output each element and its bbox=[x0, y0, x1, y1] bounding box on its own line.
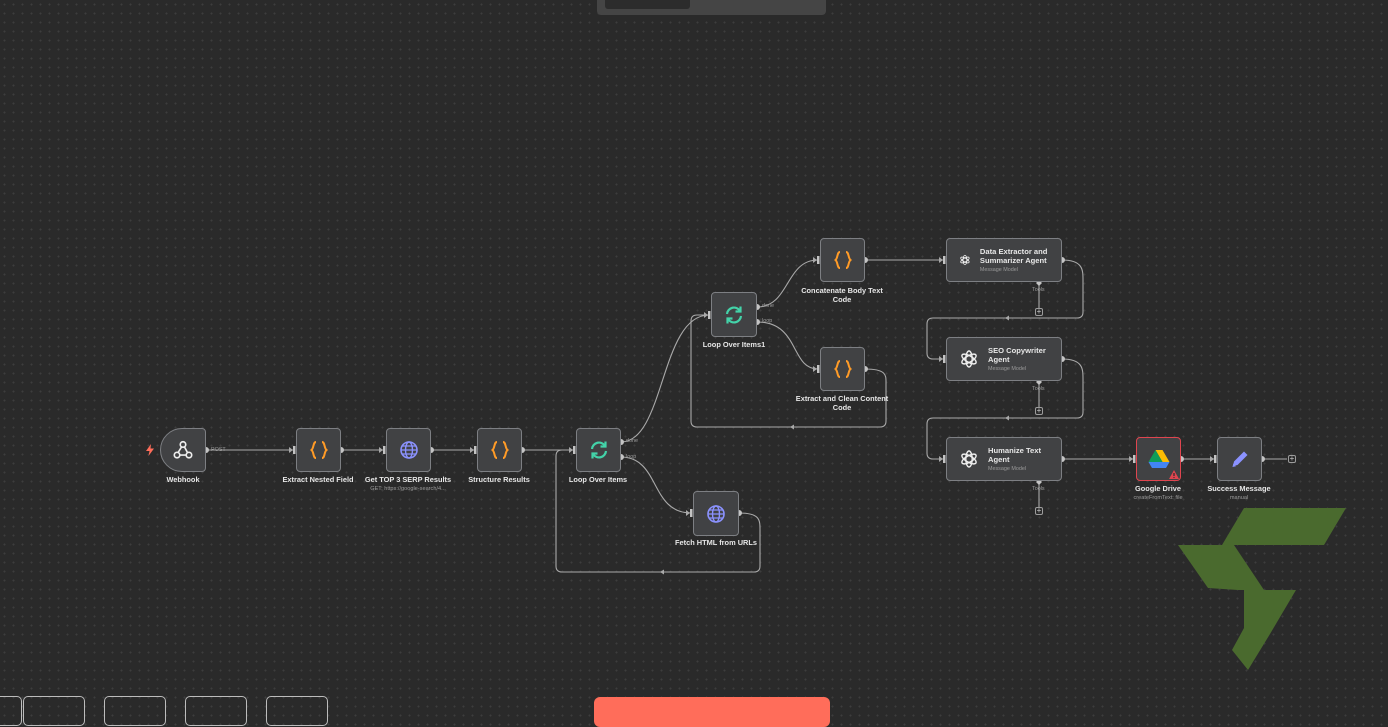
loop1-done-port-label: done bbox=[762, 303, 774, 309]
agent3-add-tool-button[interactable]: + bbox=[1035, 507, 1043, 515]
input-arrow-9 bbox=[939, 356, 943, 362]
openai-icon bbox=[960, 254, 970, 266]
agent2-tools-label: Tools bbox=[1032, 386, 1045, 392]
fetch-html-label: Fetch HTML from URLs bbox=[675, 538, 757, 547]
input-arrow-6 bbox=[813, 257, 817, 263]
zoom-out-button[interactable] bbox=[104, 696, 166, 726]
top-toolbar-tab[interactable] bbox=[605, 0, 690, 9]
test-workflow-button[interactable] bbox=[594, 697, 830, 727]
loop-done-port-label: done bbox=[626, 438, 638, 444]
arrow-agent1-agent2 bbox=[1005, 315, 1009, 321]
input-arrow-0 bbox=[289, 447, 293, 453]
arrow-fetch-return bbox=[660, 569, 664, 575]
code-braces-icon bbox=[309, 441, 328, 459]
loop-over-items1-node[interactable] bbox=[711, 292, 757, 337]
structure-results-node[interactable] bbox=[477, 428, 522, 472]
arrow-clean-return bbox=[790, 424, 794, 430]
loop-over-items-node[interactable] bbox=[576, 428, 621, 472]
success-message-node[interactable] bbox=[1217, 437, 1262, 481]
zoom-in-button[interactable] bbox=[23, 696, 85, 726]
edge-loop-fetch bbox=[620, 456, 692, 514]
loop-over-items-label: Loop Over Items bbox=[568, 475, 628, 484]
concatenate-body-label: Concatenate Body Text Code bbox=[801, 286, 883, 304]
webhook-icon bbox=[173, 440, 193, 459]
code-braces-icon bbox=[490, 441, 509, 459]
zoom-to-fit-button[interactable] bbox=[0, 696, 22, 726]
tidy-up-button[interactable] bbox=[266, 696, 328, 726]
trigger-bolt-icon bbox=[146, 444, 154, 456]
input-arrow-8 bbox=[939, 257, 943, 263]
humanize-text-agent-node[interactable]: Humanize Text Agent Message Model bbox=[946, 437, 1062, 481]
extract-clean-label: Extract and Clean Content Code bbox=[795, 394, 889, 412]
agent2-sub: Message Model bbox=[988, 366, 1027, 372]
input-arrow-11 bbox=[1129, 456, 1133, 462]
input-arrow-5 bbox=[704, 312, 708, 318]
loop-icon bbox=[725, 305, 743, 324]
warning-icon[interactable] bbox=[1169, 470, 1179, 479]
arrow-agent2-agent3 bbox=[1005, 415, 1009, 421]
loop-over-items1-label: Loop Over Items1 bbox=[702, 340, 766, 349]
agent1-sub: Message Model bbox=[979, 267, 1018, 273]
extract-nested-field-label: Extract Nested Field bbox=[282, 475, 354, 484]
data-extractor-agent-node[interactable]: Data Extractor and Summarizer Agent Mess… bbox=[946, 238, 1062, 282]
openai-icon bbox=[961, 450, 977, 468]
loop-icon bbox=[590, 441, 607, 459]
webhook-node[interactable] bbox=[160, 428, 206, 472]
openai-icon bbox=[961, 350, 977, 368]
input-arrow-3 bbox=[569, 447, 573, 453]
extract-nested-field-node[interactable] bbox=[296, 428, 341, 472]
pencil-icon bbox=[1232, 451, 1247, 467]
webhook-label: Webhook bbox=[166, 475, 200, 484]
input-arrow-4 bbox=[686, 510, 690, 516]
concatenate-body-node[interactable] bbox=[820, 238, 865, 282]
input-arrow-1 bbox=[379, 447, 383, 453]
extract-clean-node[interactable] bbox=[820, 347, 865, 391]
google-drive-label: Google Drive bbox=[1135, 484, 1181, 493]
loop1-loop-port-label: loop bbox=[762, 318, 773, 324]
webhook-port-label: POST bbox=[211, 447, 226, 453]
globe-icon bbox=[707, 504, 725, 523]
brand-watermark-logo bbox=[1178, 508, 1346, 670]
globe-icon bbox=[399, 441, 418, 459]
code-braces-icon bbox=[833, 360, 852, 378]
edge-loop1-loop-clean bbox=[756, 321, 819, 370]
serp-results-sub: GET: https://google-search/4... bbox=[370, 486, 446, 492]
seo-copywriter-agent-node[interactable]: SEO Copywriter Agent Message Model bbox=[946, 337, 1062, 381]
serp-results-node[interactable] bbox=[386, 428, 431, 472]
reset-zoom-button[interactable] bbox=[185, 696, 247, 726]
agent1-add-tool-button[interactable]: + bbox=[1035, 308, 1043, 316]
add-next-node-button[interactable]: + bbox=[1288, 455, 1296, 463]
serp-results-label: Get TOP 3 SERP Results bbox=[364, 475, 452, 484]
agent2-title: SEO Copywriter Agent bbox=[988, 346, 1046, 364]
loop-loop-port-label: loop bbox=[626, 454, 637, 460]
agent2-add-tool-button[interactable]: + bbox=[1035, 407, 1043, 415]
code-braces-icon bbox=[833, 251, 852, 269]
agent3-tools-label: Tools bbox=[1032, 486, 1045, 492]
input-arrow-10 bbox=[939, 456, 943, 462]
agent3-title: Humanize Text Agent bbox=[988, 446, 1042, 464]
input-arrow-2 bbox=[470, 447, 474, 453]
edge-loop-done-loop1 bbox=[620, 314, 710, 443]
agent1-title: Data Extractor and Summarizer Agent bbox=[979, 247, 1048, 265]
success-message-label: Success Message bbox=[1207, 484, 1271, 493]
input-arrow-7 bbox=[813, 366, 817, 372]
agent3-sub: Message Model bbox=[988, 466, 1027, 472]
structure-results-label: Structure Results bbox=[468, 475, 530, 484]
input-arrow-12 bbox=[1210, 456, 1214, 462]
google-drive-icon bbox=[1148, 450, 1169, 468]
agent1-tools-label: Tools bbox=[1032, 287, 1045, 293]
fetch-html-node[interactable] bbox=[693, 491, 739, 536]
